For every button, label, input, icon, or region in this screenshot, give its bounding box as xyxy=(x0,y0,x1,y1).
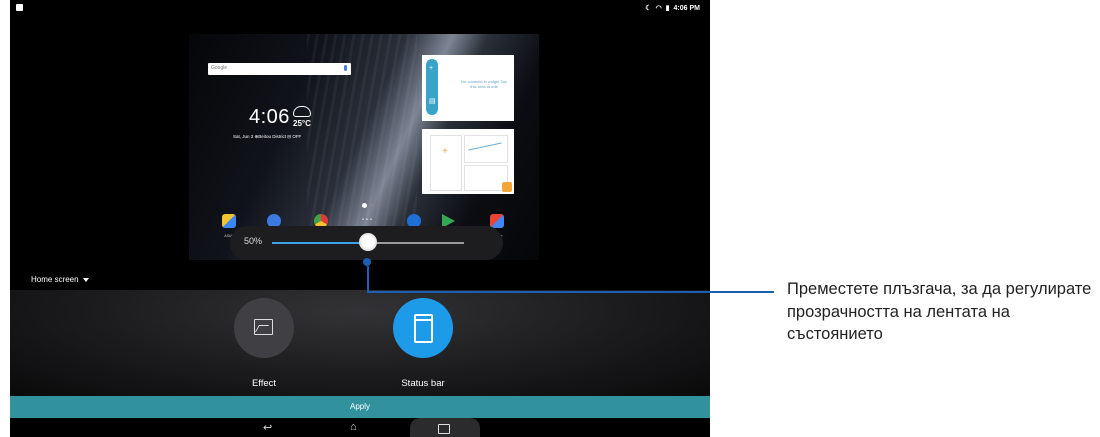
wifi-icon: ◠ xyxy=(655,5,662,12)
google-search-label: Google xyxy=(211,65,228,71)
mic-icon xyxy=(344,65,347,71)
transparency-slider-thumb[interactable] xyxy=(361,235,375,249)
phone-status-icon xyxy=(414,314,433,343)
date-location-line: Sat, Jun 3 ⊕Beitou District ⊟ OFF xyxy=(233,134,302,139)
options-panel xyxy=(10,290,710,396)
recents-icon xyxy=(438,424,450,434)
caret-down-icon xyxy=(82,277,89,282)
tablet-screen: ☾ ◠ ▮ 4:06 PM Google 4:06 25°C Sat, Jun … xyxy=(10,0,710,437)
moon-icon: ☾ xyxy=(645,5,652,12)
home-icon[interactable]: ⌂ xyxy=(350,422,357,433)
status-time: 4:06 PM xyxy=(673,4,700,12)
status-bar: ☾ ◠ ▮ 4:06 PM xyxy=(10,0,710,18)
widget-chart-card xyxy=(464,135,508,163)
image-edit-icon xyxy=(254,319,273,335)
callout-text: Преместете плъзгача, за да регулирате пр… xyxy=(787,280,1092,343)
temperature: 25°C xyxy=(293,119,311,128)
asus-folder-icon xyxy=(222,214,236,228)
transparency-slider-fill xyxy=(272,242,368,244)
callout-line-vertical xyxy=(367,266,369,293)
notification-icon xyxy=(16,4,23,11)
notes-widget: + xyxy=(422,129,514,194)
weather-widget: 25°C xyxy=(293,106,311,128)
home-screen-dropdown[interactable]: Home screen xyxy=(31,275,89,284)
effect-label: Effect xyxy=(251,378,277,389)
empty-widget: + ▤ No contents in widget Tap this area … xyxy=(422,55,514,121)
navigation-bar: ↩ ⌂ xyxy=(10,418,710,437)
back-icon[interactable]: ↩ xyxy=(263,423,272,434)
note-icon: ▤ xyxy=(429,98,436,105)
battery-icon: ▮ xyxy=(665,5,670,12)
google-search-widget: Google xyxy=(208,63,351,75)
callout-line-horizontal xyxy=(367,291,774,293)
page-indicator xyxy=(362,203,373,208)
status-bar-button[interactable] xyxy=(393,298,453,358)
status-icons: ☾ ◠ ▮ 4:06 PM xyxy=(645,4,700,13)
widget-badge-icon xyxy=(502,182,512,192)
plus-icon: + xyxy=(442,146,448,157)
cloud-icon xyxy=(293,106,311,117)
widget-empty-text: No contents in widget Tap this area to e… xyxy=(461,79,507,90)
plus-icon: + xyxy=(429,65,434,72)
transparency-value: 50% xyxy=(244,236,263,246)
callout-dot xyxy=(363,258,371,266)
clock-widget-time: 4:06 xyxy=(249,106,290,128)
google-folder-icon xyxy=(490,214,504,228)
widget-strip: + ▤ xyxy=(426,59,438,115)
effect-button[interactable] xyxy=(234,298,294,358)
apply-button[interactable]: Apply xyxy=(10,396,710,418)
transparency-slider-panel: 50% xyxy=(230,226,503,260)
transparency-slider-track[interactable] xyxy=(272,235,464,249)
home-screen-label: Home screen xyxy=(31,275,79,284)
status-bar-label: Status bar xyxy=(401,378,445,389)
widget-note-card: + xyxy=(430,135,462,191)
